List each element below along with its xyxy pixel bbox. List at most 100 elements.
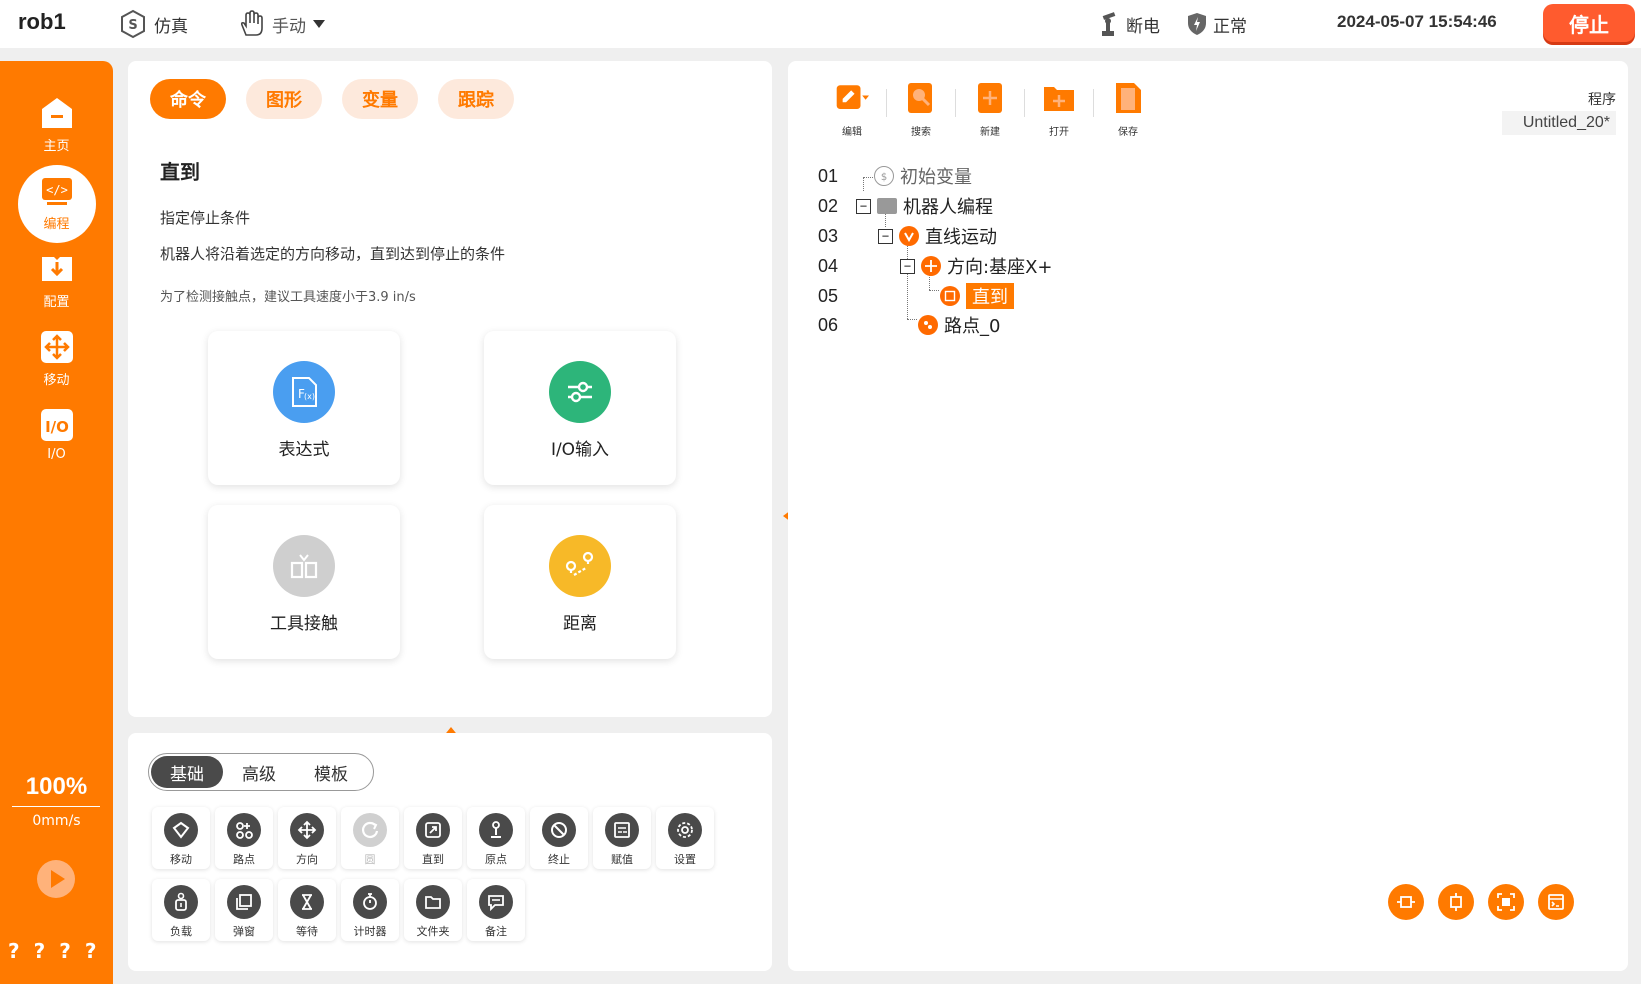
tool-move[interactable]: 移动 xyxy=(152,807,210,869)
tool-settings[interactable]: 设置 xyxy=(656,807,714,869)
condition-card-distance[interactable]: 距离 xyxy=(484,505,676,659)
tool-folder[interactable]: 文件夹 xyxy=(404,879,462,941)
tool-popup[interactable]: 弹窗 xyxy=(215,879,273,941)
segment-basic[interactable]: 基础 xyxy=(151,756,223,788)
sidebar-item-home[interactable]: 主页 xyxy=(0,89,113,169)
tool-comment[interactable]: 备注 xyxy=(467,879,525,941)
tool-wait[interactable]: 等待 xyxy=(278,879,336,941)
tool-direction[interactable]: 方向 xyxy=(278,807,336,869)
condition-card-io-input[interactable]: I/O输入 xyxy=(484,331,676,485)
tool-assign[interactable]: 赋值 xyxy=(593,807,651,869)
tool-label: 等待 xyxy=(296,925,318,938)
tool-label: 移动 xyxy=(170,853,192,866)
expand-horizontal-icon xyxy=(1397,896,1415,908)
help-mark[interactable]: ? xyxy=(85,939,97,963)
toolbar-label: 打开 xyxy=(1049,127,1069,138)
tool-until[interactable]: 直到 xyxy=(404,807,462,869)
node-label: 方向:基座X+ xyxy=(947,257,1053,278)
control-mode-dropdown[interactable]: 手动 xyxy=(236,8,326,40)
stop-button[interactable]: 停止 xyxy=(1543,4,1635,42)
tool-payload[interactable]: 负载 xyxy=(152,879,210,941)
console-icon xyxy=(1548,894,1564,910)
search-button[interactable]: 搜索 xyxy=(887,81,955,138)
fit-view-button[interactable] xyxy=(1488,884,1524,920)
collapse-toggle[interactable]: − xyxy=(900,258,915,274)
console-button[interactable] xyxy=(1538,884,1574,920)
edit-icon xyxy=(836,85,869,110)
card-label: 距离 xyxy=(563,614,597,634)
open-button[interactable]: 打开 xyxy=(1025,81,1093,138)
segment-advanced[interactable]: 高级 xyxy=(223,756,295,788)
svg-text:S: S xyxy=(128,18,137,33)
segment-template[interactable]: 模板 xyxy=(295,756,367,788)
sidebar-item-programming[interactable]: </> 编程 xyxy=(0,165,113,247)
origin-icon xyxy=(479,813,513,847)
tool-timer[interactable]: 计时器 xyxy=(341,879,399,941)
node-label: 机器人编程 xyxy=(903,197,993,218)
tool-label: 备注 xyxy=(485,925,507,938)
speed-percent[interactable]: 100% xyxy=(0,773,113,801)
tab-command[interactable]: 命令 xyxy=(150,79,226,119)
help-mark[interactable]: ? xyxy=(34,939,46,963)
chevron-down-icon xyxy=(313,20,325,28)
simulation-mode[interactable]: S 仿真 xyxy=(118,8,188,40)
assign-icon xyxy=(605,813,639,847)
tree-node: − 直线运动 xyxy=(878,223,997,249)
io-icon: I/O xyxy=(40,409,73,441)
condition-card-tool-contact[interactable]: 工具接触 xyxy=(208,505,400,659)
tab-graphics[interactable]: 图形 xyxy=(246,79,322,119)
tool-halt[interactable]: 终止 xyxy=(530,807,588,869)
new-button[interactable]: 新建 xyxy=(956,81,1024,138)
circle-arc-icon xyxy=(353,813,387,847)
expand-horizontal-button[interactable] xyxy=(1388,884,1424,920)
power-status: 断电 xyxy=(1098,8,1160,40)
tab-trace[interactable]: 跟踪 xyxy=(438,79,514,119)
tool-waypoint[interactable]: 路点 xyxy=(215,807,273,869)
program-panel: 编辑 搜索 新建 打开 保存 程序 Untitled_20* 01 $ 初始变量… xyxy=(788,61,1628,971)
sidebar-item-config[interactable]: 配置 xyxy=(0,245,113,325)
help-mark[interactable]: ? xyxy=(8,939,20,963)
until-icon xyxy=(416,813,450,847)
svg-text:</>: </> xyxy=(46,183,68,197)
expand-vertical-button[interactable] xyxy=(1438,884,1474,920)
card-label: 工具接触 xyxy=(270,614,338,634)
tool-label: 圆 xyxy=(364,853,376,866)
hand-icon xyxy=(240,10,263,36)
tab-variables[interactable]: 变量 xyxy=(342,79,418,119)
waypoint-icon xyxy=(227,813,261,847)
direction-icon xyxy=(290,813,324,847)
tree-node: $ 初始变量 xyxy=(874,163,972,189)
new-file-icon xyxy=(978,83,1002,113)
sidebar-item-move[interactable]: 移动 xyxy=(0,323,113,403)
tool-label: 原点 xyxy=(485,853,507,866)
help-mark[interactable]: ? xyxy=(59,939,71,963)
program-label: 程序 xyxy=(1588,92,1616,108)
waypoint-icon xyxy=(918,315,938,335)
tool-label: 直到 xyxy=(422,853,444,866)
command-tabs: 命令 图形 变量 跟踪 xyxy=(150,79,514,119)
collapse-toggle[interactable]: − xyxy=(878,228,893,244)
line-number: 06 xyxy=(818,314,839,335)
save-button[interactable]: 保存 xyxy=(1094,81,1162,138)
tool-home[interactable]: 原点 xyxy=(467,807,525,869)
view-controls xyxy=(1388,884,1574,920)
tree-node: − 机器人编程 xyxy=(856,193,993,219)
collapse-toggle[interactable]: − xyxy=(856,198,871,214)
play-icon[interactable] xyxy=(36,859,76,899)
expression-icon: F (x) xyxy=(273,361,335,423)
tool-label: 终止 xyxy=(548,853,570,866)
payload-icon xyxy=(164,885,198,919)
move-icon xyxy=(40,331,73,363)
code-icon: </> xyxy=(41,178,72,205)
datetime: 2024-05-07 15:54:46 xyxy=(1337,12,1497,31)
search-icon xyxy=(908,83,932,113)
line-number: 05 xyxy=(818,285,839,306)
folder-icon xyxy=(416,885,450,919)
edit-button[interactable]: 编辑 xyxy=(818,81,886,138)
tree-node: − 方向:基座X+ xyxy=(900,253,1052,279)
sidebar-item-io[interactable]: I/O I/O xyxy=(0,401,113,481)
config-icon xyxy=(41,257,72,281)
condition-card-expression[interactable]: F (x) 表达式 xyxy=(208,331,400,485)
tree-connector xyxy=(863,177,864,191)
node-label: 直到 xyxy=(966,283,1014,309)
